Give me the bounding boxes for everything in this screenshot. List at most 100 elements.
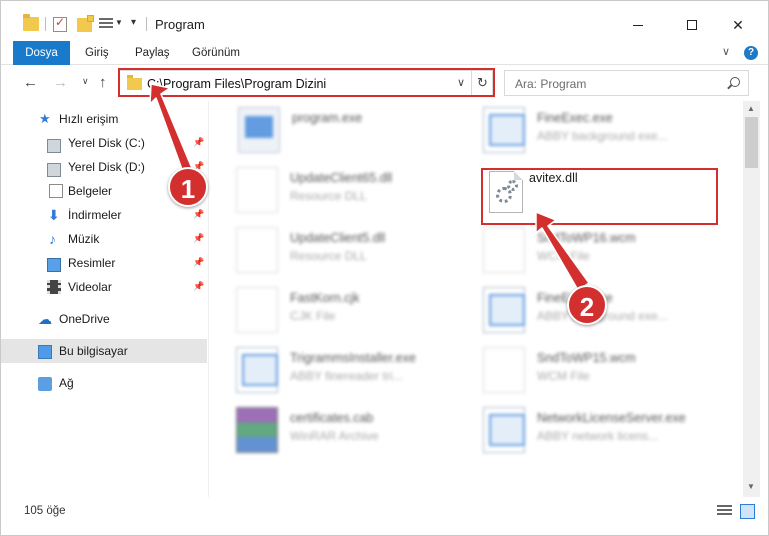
sidebar-item-onedrive[interactable]: ☁ OneDrive xyxy=(1,307,207,331)
sidebar-item-label: Hızlı erişim xyxy=(59,112,119,126)
file-name: SndToWP15.wcm xyxy=(537,351,636,365)
folder-icon[interactable] xyxy=(23,14,39,31)
file-item[interactable]: program.exe xyxy=(238,103,478,161)
properties-icon[interactable] xyxy=(53,15,67,32)
drive-icon xyxy=(47,163,61,177)
dll-file-icon xyxy=(236,227,278,273)
navigation-pane: ★ Hızlı erişim Yerel Disk (C:) 📌 Yerel D… xyxy=(1,101,209,497)
sidebar-item-downloads[interactable]: ⬇ İndirmeler 📌 xyxy=(1,203,207,227)
view-options-caret-icon[interactable]: ▼ xyxy=(115,18,123,27)
download-icon: ⬇ xyxy=(48,207,60,223)
close-icon: ✕ xyxy=(732,16,744,33)
sidebar-item-pictures[interactable]: Resimler 📌 xyxy=(1,251,207,275)
file-name: FineExec.exe xyxy=(537,111,613,125)
exe-window-icon xyxy=(483,287,525,333)
sidebar-item-label: Yerel Disk (C:) xyxy=(68,136,145,150)
drive-icon xyxy=(47,139,61,153)
file-item[interactable]: UpdateClient5.dll Resource DLL xyxy=(236,223,476,281)
videos-icon xyxy=(47,280,61,294)
generic-file-icon xyxy=(483,347,525,393)
sidebar-item-quick-access[interactable]: ★ Hızlı erişim xyxy=(1,107,207,131)
exe-window-icon xyxy=(483,407,525,453)
exe-window-icon xyxy=(483,107,525,153)
file-item[interactable]: NetworkLicenseServer.exe ABBY network li… xyxy=(483,403,723,461)
pictures-icon xyxy=(47,258,61,272)
item-count: 105 öğe xyxy=(24,505,66,517)
tab-file[interactable]: Dosya xyxy=(13,41,70,65)
file-type: ABBY network licens... xyxy=(537,429,659,443)
sidebar-item-videos[interactable]: Videolar 📌 xyxy=(1,275,207,299)
vertical-scrollbar[interactable]: ▲ ▼ xyxy=(743,101,760,497)
title-bar: ▼ ▾ Program ✕ xyxy=(1,1,768,41)
large-icons-view-icon[interactable] xyxy=(740,504,755,519)
pin-icon[interactable]: 📌 xyxy=(193,257,204,268)
view-options-icon[interactable] xyxy=(99,18,113,32)
file-name: NetworkLicenseServer.exe xyxy=(537,411,686,425)
scroll-thumb[interactable] xyxy=(745,117,758,168)
file-name: UpdateClient5.dll xyxy=(290,231,386,245)
computer-icon xyxy=(38,345,52,359)
search-icon[interactable] xyxy=(730,77,740,87)
ribbon-tabs: Dosya Giriş Paylaş Görünüm ∨ ? xyxy=(1,41,768,65)
tab-view[interactable]: Görünüm xyxy=(180,41,252,65)
exe-window-icon xyxy=(236,347,278,393)
recent-locations-icon[interactable]: ∨ xyxy=(82,76,89,87)
new-folder-icon[interactable] xyxy=(77,15,94,32)
file-type: CJK File xyxy=(290,309,336,323)
sidebar-item-label: Yerel Disk (D:) xyxy=(68,160,145,174)
generic-file-icon xyxy=(236,287,278,333)
file-item[interactable]: UpdateClient65.dll Resource DLL xyxy=(236,163,476,221)
file-type: WinRAR Archive xyxy=(290,429,379,443)
sidebar-item-label: İndirmeler xyxy=(68,208,122,222)
pin-icon[interactable]: 📌 xyxy=(193,137,204,148)
maximize-button[interactable] xyxy=(669,11,715,39)
file-type: WCM File xyxy=(537,249,590,263)
sidebar-item-label: Resimler xyxy=(68,256,116,270)
network-icon xyxy=(38,377,52,391)
winrar-icon xyxy=(236,407,278,453)
file-item[interactable]: SndToWP16.wcm WCM File xyxy=(483,223,723,281)
onedrive-icon: ☁ xyxy=(38,311,52,327)
minimize-button[interactable] xyxy=(615,11,661,39)
file-item[interactable]: SndToWP15.wcm WCM File xyxy=(483,343,723,401)
file-type: WCM File xyxy=(537,369,590,383)
forward-button[interactable]: → xyxy=(53,74,68,91)
star-icon: ★ xyxy=(39,111,51,126)
file-name: TrigrammsInstaller.exe xyxy=(290,351,416,365)
pin-icon[interactable]: 📌 xyxy=(193,281,204,292)
scroll-down-icon[interactable]: ▼ xyxy=(747,482,755,491)
file-item[interactable]: FineExec.exe ABBY background exe... xyxy=(483,103,723,161)
sidebar-item-this-pc[interactable]: Bu bilgisayar xyxy=(1,339,207,363)
file-type: Resource DLL xyxy=(290,249,367,263)
dll-file-icon xyxy=(236,167,278,213)
scroll-up-icon[interactable]: ▲ xyxy=(747,104,755,113)
file-item[interactable]: FastKorn.cjk CJK File xyxy=(236,283,476,341)
up-button[interactable]: ↑ xyxy=(99,74,107,91)
customize-toolbar-icon[interactable]: ▾ xyxy=(131,17,136,28)
file-item[interactable]: TrigrammsInstaller.exe ABBY finereader t… xyxy=(236,343,476,401)
window-title: Program xyxy=(155,17,205,32)
expand-ribbon-icon[interactable]: ∨ xyxy=(722,45,730,58)
sidebar-item-music[interactable]: ♪ Müzik 📌 xyxy=(1,227,207,251)
back-button[interactable]: ← xyxy=(23,74,38,91)
sidebar-item-label: Videolar xyxy=(68,280,112,294)
pane-divider[interactable] xyxy=(208,101,209,497)
tab-share[interactable]: Paylaş xyxy=(123,41,182,65)
close-button[interactable]: ✕ xyxy=(715,11,761,39)
file-name: program.exe xyxy=(292,111,363,125)
sidebar-item-local-disk-c[interactable]: Yerel Disk (C:) 📌 xyxy=(1,131,207,155)
help-icon[interactable]: ? xyxy=(744,46,758,60)
details-view-icon[interactable] xyxy=(717,505,732,518)
file-name: FastKorn.cjk xyxy=(290,291,360,305)
pin-icon[interactable]: 📌 xyxy=(193,209,204,220)
explorer-window: ▼ ▾ Program ✕ Dosya Giriş Paylaş Görünüm… xyxy=(0,0,769,536)
file-highlight-box xyxy=(481,168,718,225)
search-input[interactable]: Ara: Program xyxy=(504,70,749,96)
sidebar-item-network[interactable]: Ağ xyxy=(1,371,207,395)
pin-icon[interactable]: 📌 xyxy=(193,233,204,244)
file-item[interactable]: certificates.cab WinRAR Archive xyxy=(236,403,476,461)
minimize-icon xyxy=(633,24,643,26)
tab-home[interactable]: Giriş xyxy=(73,41,121,65)
sidebar-item-label: OneDrive xyxy=(59,312,110,326)
sidebar-item-label: Bu bilgisayar xyxy=(59,344,128,358)
